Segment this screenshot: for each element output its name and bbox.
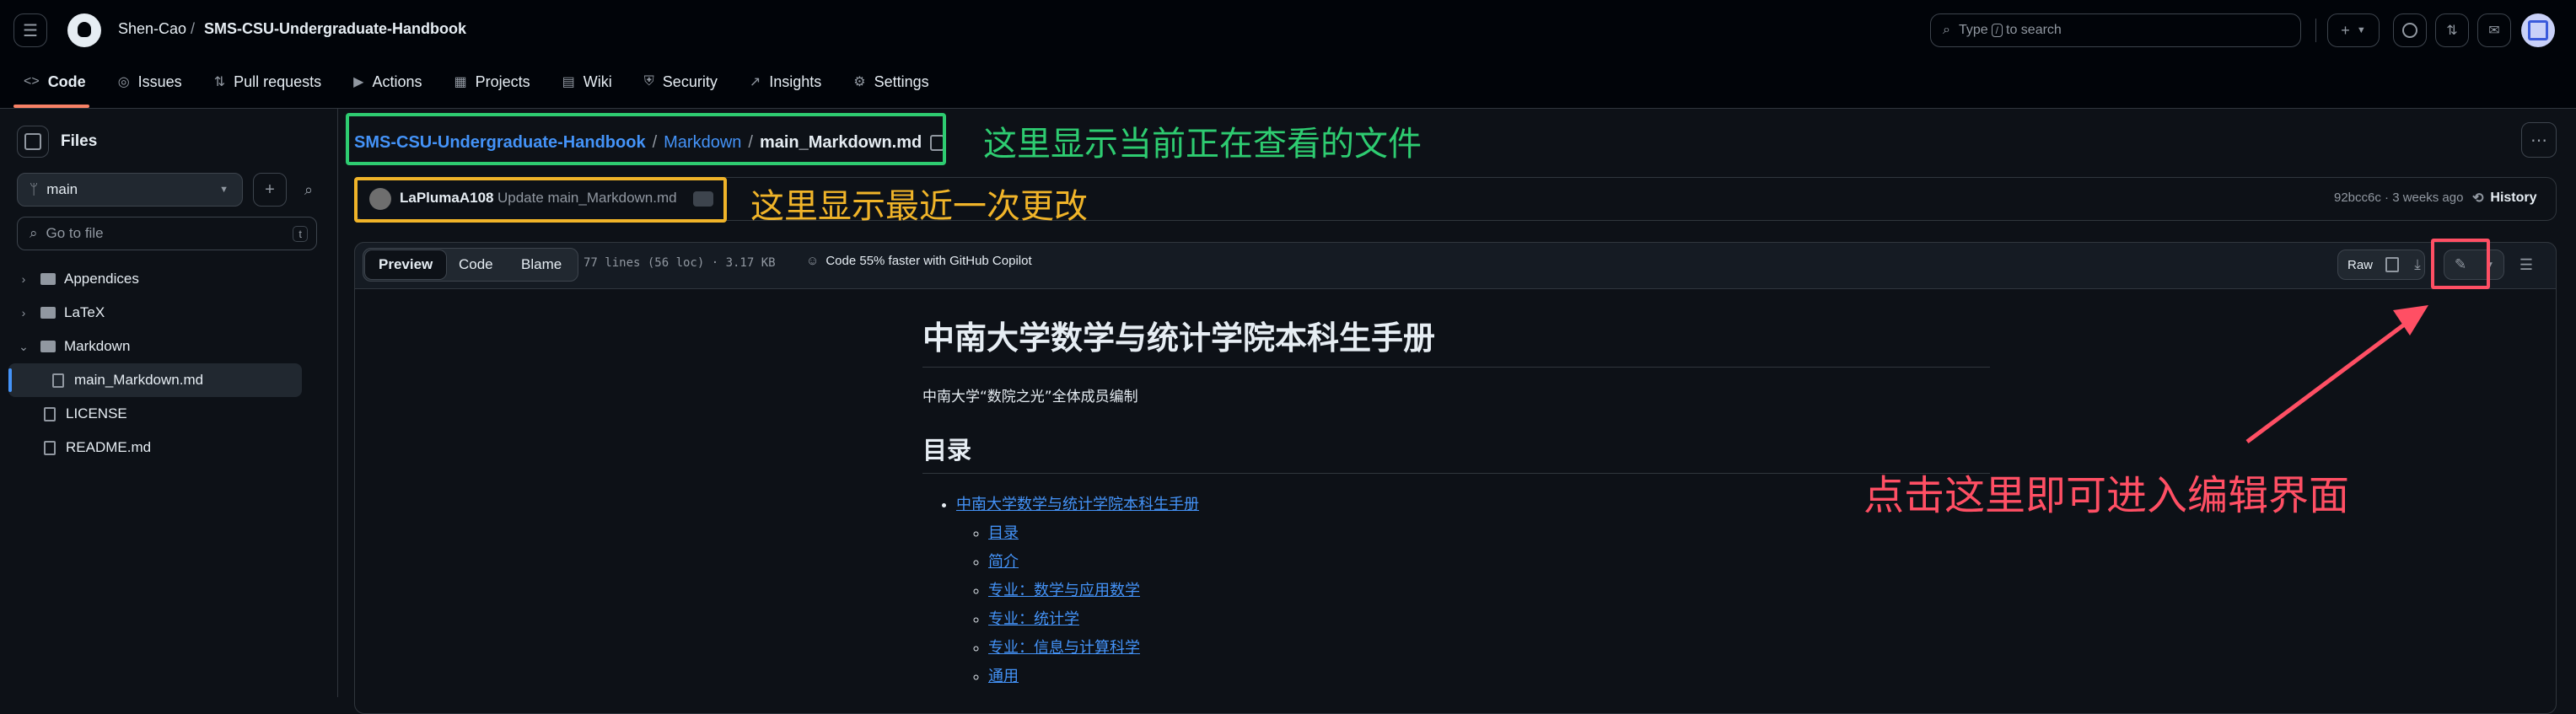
edit-annotation-text: 点击这里即可进入编辑界面 [1863,472,2350,519]
annotation-arrow [2245,305,2428,444]
